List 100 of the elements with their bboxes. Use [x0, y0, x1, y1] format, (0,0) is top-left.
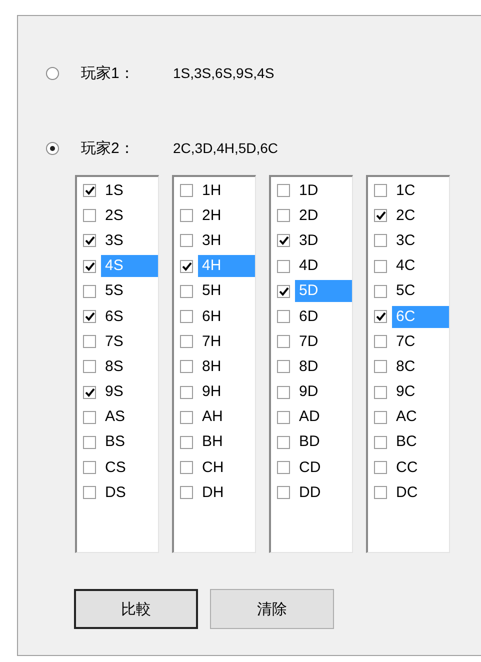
checkbox[interactable]	[374, 234, 387, 248]
checkbox[interactable]	[83, 410, 96, 424]
list-item[interactable]: CD	[295, 456, 352, 479]
checkbox[interactable]	[374, 360, 387, 374]
checkbox[interactable]	[83, 209, 96, 222]
checkbox[interactable]	[374, 436, 387, 449]
list-item[interactable]: 9C	[392, 381, 449, 404]
checkbox[interactable]	[374, 386, 387, 399]
list-item[interactable]: 3C	[392, 230, 449, 252]
list-item[interactable]: AH	[198, 406, 255, 428]
list-item[interactable]: 9S	[101, 381, 158, 404]
radio-button[interactable]	[46, 142, 59, 154]
list-item[interactable]: AC	[392, 406, 449, 428]
list-item[interactable]: 3S	[101, 230, 158, 252]
list-item[interactable]: 8C	[392, 356, 449, 378]
list-item[interactable]: 1H	[198, 180, 255, 202]
checkbox[interactable]	[277, 335, 290, 348]
list-item[interactable]: CH	[198, 456, 255, 479]
list-item[interactable]: 2C	[392, 204, 449, 227]
list-item[interactable]: 5H	[198, 280, 255, 302]
list-item[interactable]: 2D	[295, 204, 352, 227]
list-item[interactable]: 3H	[198, 230, 255, 252]
checkbox[interactable]	[277, 486, 290, 500]
list-item[interactable]: CC	[392, 456, 449, 479]
list-item[interactable]: 7S	[101, 330, 158, 353]
checkbox[interactable]	[83, 184, 96, 198]
list-item[interactable]: BD	[295, 431, 352, 454]
checkbox[interactable]	[374, 310, 387, 324]
checkbox[interactable]	[277, 260, 290, 273]
checkbox[interactable]	[83, 260, 96, 273]
list-item[interactable]: 8H	[198, 356, 255, 378]
list-item[interactable]: BH	[198, 431, 255, 454]
list-item[interactable]: 4C	[392, 255, 449, 278]
list-item[interactable]: 6H	[198, 306, 255, 328]
list-item[interactable]: 6S	[101, 306, 158, 328]
list-item[interactable]: 7H	[198, 330, 255, 353]
checkbox[interactable]	[374, 284, 387, 298]
checkbox[interactable]	[374, 410, 387, 424]
checkbox[interactable]	[180, 436, 193, 449]
checkbox[interactable]	[277, 184, 290, 198]
checkbox[interactable]	[180, 284, 193, 298]
list-item[interactable]: 5C	[392, 280, 449, 302]
list-item[interactable]: 8S	[101, 356, 158, 378]
checkbox[interactable]	[180, 335, 193, 348]
checkbox[interactable]	[277, 234, 290, 248]
checkbox[interactable]	[83, 486, 96, 500]
checkbox[interactable]	[83, 386, 96, 399]
checkbox[interactable]	[277, 461, 290, 474]
list-item[interactable]: DD	[295, 482, 352, 504]
checkbox[interactable]	[83, 234, 96, 248]
checkbox[interactable]	[374, 461, 387, 474]
checkbox[interactable]	[277, 436, 290, 449]
list-item[interactable]: 8D	[295, 356, 352, 378]
checkbox[interactable]	[180, 234, 193, 248]
checkbox[interactable]	[374, 209, 387, 222]
checkbox[interactable]	[277, 209, 290, 222]
checkbox[interactable]	[277, 360, 290, 374]
list-item[interactable]: DC	[392, 482, 449, 504]
checkbox[interactable]	[83, 310, 96, 324]
list-item[interactable]: 5S	[101, 280, 158, 302]
list-item[interactable]: DS	[101, 482, 158, 504]
checkbox[interactable]	[374, 184, 387, 198]
checkbox[interactable]	[180, 360, 193, 374]
list-item[interactable]: 7D	[295, 330, 352, 353]
checkbox[interactable]	[374, 260, 387, 273]
list-item[interactable]: 2H	[198, 204, 255, 227]
checkbox[interactable]	[83, 284, 96, 298]
checkbox[interactable]	[277, 386, 290, 399]
checkbox[interactable]	[277, 310, 290, 324]
list-item[interactable]: BS	[101, 431, 158, 454]
checkbox[interactable]	[180, 386, 193, 399]
checkbox[interactable]	[180, 461, 193, 474]
checkbox[interactable]	[180, 310, 193, 324]
checkbox[interactable]	[180, 410, 193, 424]
list-item[interactable]: 6D	[295, 306, 352, 328]
list-item[interactable]: AD	[295, 406, 352, 428]
list-item[interactable]: 3D	[295, 230, 352, 252]
list-item[interactable]: 1D	[295, 180, 352, 202]
list-item[interactable]: AS	[101, 406, 158, 428]
action-button[interactable]: 比較	[74, 589, 198, 629]
list-item[interactable]: 9D	[295, 381, 352, 404]
checkbox[interactable]	[180, 486, 193, 500]
checkbox[interactable]	[277, 410, 290, 424]
checkbox[interactable]	[374, 335, 387, 348]
checkbox[interactable]	[83, 360, 96, 374]
list-item[interactable]: 4D	[295, 255, 352, 278]
checkbox[interactable]	[83, 461, 96, 474]
checkbox[interactable]	[180, 184, 193, 198]
action-button[interactable]: 清除	[210, 589, 334, 629]
checkbox[interactable]	[180, 260, 193, 273]
list-item[interactable]: CS	[101, 456, 158, 479]
checkbox[interactable]	[83, 335, 96, 348]
checkbox[interactable]	[180, 209, 193, 222]
list-item[interactable]: 1C	[392, 180, 449, 202]
list-item[interactable]: 9H	[198, 381, 255, 404]
list-item[interactable]: BC	[392, 431, 449, 454]
list-item[interactable]: 1S	[101, 180, 158, 202]
checkbox[interactable]	[374, 486, 387, 500]
list-item[interactable]: DH	[198, 482, 255, 504]
list-item[interactable]: 2S	[101, 204, 158, 227]
